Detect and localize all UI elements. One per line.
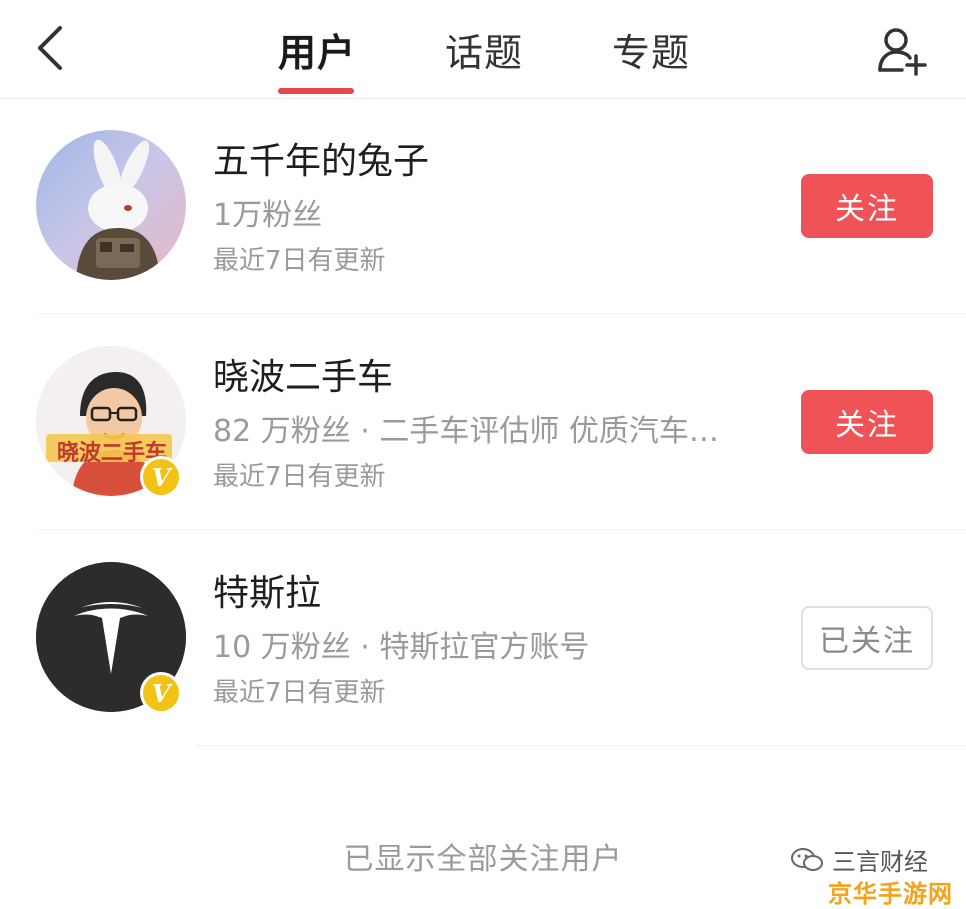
user-row[interactable]: 晓波二手车 V 晓波二手车 82 万粉丝 · 二手车评估师 优质汽车… 最近7日…	[0, 314, 966, 530]
tab-topics[interactable]: 话题	[445, 22, 523, 77]
wechat-icon	[791, 847, 823, 871]
rabbit-avatar-image	[36, 130, 186, 280]
tab-specials[interactable]: 专题	[612, 22, 690, 77]
watermark-text: 三言财经	[832, 848, 928, 876]
user-followers-info: 10 万粉丝 · 特斯拉官方账号	[213, 630, 590, 665]
following-button[interactable]: 已关注	[801, 606, 933, 670]
add-user-button[interactable]	[872, 22, 932, 78]
chevron-left-icon	[38, 26, 62, 70]
user-name[interactable]: 特斯拉	[213, 564, 321, 616]
user-name[interactable]: 晓波二手车	[213, 348, 393, 400]
verified-badge: V	[140, 672, 182, 714]
user-update-status: 最近7日有更新	[213, 678, 386, 708]
follow-button[interactable]: 关注	[801, 174, 933, 238]
divider	[196, 745, 966, 746]
back-button[interactable]	[26, 20, 76, 76]
user-name[interactable]: 五千年的兔子	[213, 132, 429, 184]
user-update-status: 最近7日有更新	[213, 462, 386, 492]
user-update-status: 最近7日有更新	[213, 246, 386, 276]
active-tab-indicator	[278, 88, 354, 94]
follow-button[interactable]: 关注	[801, 390, 933, 454]
user-followers-info: 1万粉丝	[213, 198, 323, 233]
top-nav-bar: 用户 话题 专题	[0, 0, 966, 99]
user-row[interactable]: 五千年的兔子 1万粉丝 最近7日有更新 关注	[0, 98, 966, 314]
user-row[interactable]: V 特斯拉 10 万粉丝 · 特斯拉官方账号 最近7日有更新 已关注	[0, 530, 966, 746]
avatar[interactable]	[36, 130, 186, 280]
watermark: 三言财经	[790, 842, 928, 877]
tab-users[interactable]: 用户	[278, 22, 356, 77]
add-user-icon	[878, 28, 927, 76]
verified-badge: V	[140, 456, 182, 498]
user-followers-info: 82 万粉丝 · 二手车评估师 优质汽车…	[213, 414, 719, 449]
